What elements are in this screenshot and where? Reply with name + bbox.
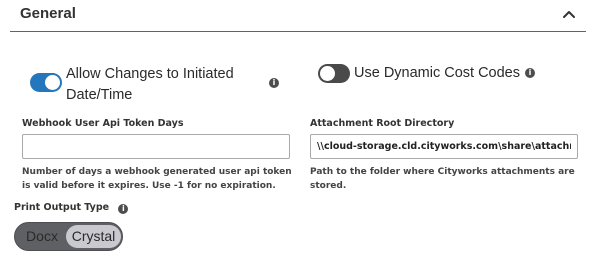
info-icon[interactable]: i [118, 204, 129, 214]
attachment-root-input[interactable] [310, 134, 578, 159]
dynamic-cost-codes-toggle-row: Use Dynamic Cost Codes i [318, 63, 535, 84]
general-section-header[interactable]: General [10, 0, 586, 32]
allow-changes-switch[interactable] [30, 73, 62, 92]
webhook-token-days-help: Number of days a webhook generated user … [22, 167, 292, 191]
info-icon[interactable]: i [269, 78, 279, 88]
chevron-up-icon[interactable] [562, 9, 576, 19]
dynamic-cost-codes-label: Use Dynamic Cost Codes [354, 65, 520, 81]
allow-changes-toggle-row: Allow Changes to Initiated Date/Time i [30, 64, 279, 106]
attachment-root-label: Attachment Root Directory [310, 118, 455, 129]
print-option-crystal[interactable]: Crystal [66, 225, 121, 248]
print-output-type-selector[interactable]: Docx Crystal [14, 222, 123, 251]
print-output-type-text: Print Output Type [14, 202, 110, 213]
webhook-token-days-label: Webhook User Api Token Days [22, 118, 184, 129]
dynamic-cost-codes-switch[interactable] [318, 64, 350, 83]
info-icon[interactable]: i [525, 68, 535, 78]
switch-knob [45, 75, 60, 90]
allow-changes-label: Allow Changes to Initiated Date/Time [66, 66, 234, 103]
attachment-root-help: Path to the folder where Cityworks attac… [310, 167, 575, 191]
print-option-docx[interactable]: Docx [19, 225, 65, 248]
switch-knob [320, 66, 335, 81]
webhook-token-days-input[interactable] [22, 134, 290, 159]
print-output-type-label: Print Output Type i [14, 202, 129, 214]
section-title: General [20, 5, 76, 22]
